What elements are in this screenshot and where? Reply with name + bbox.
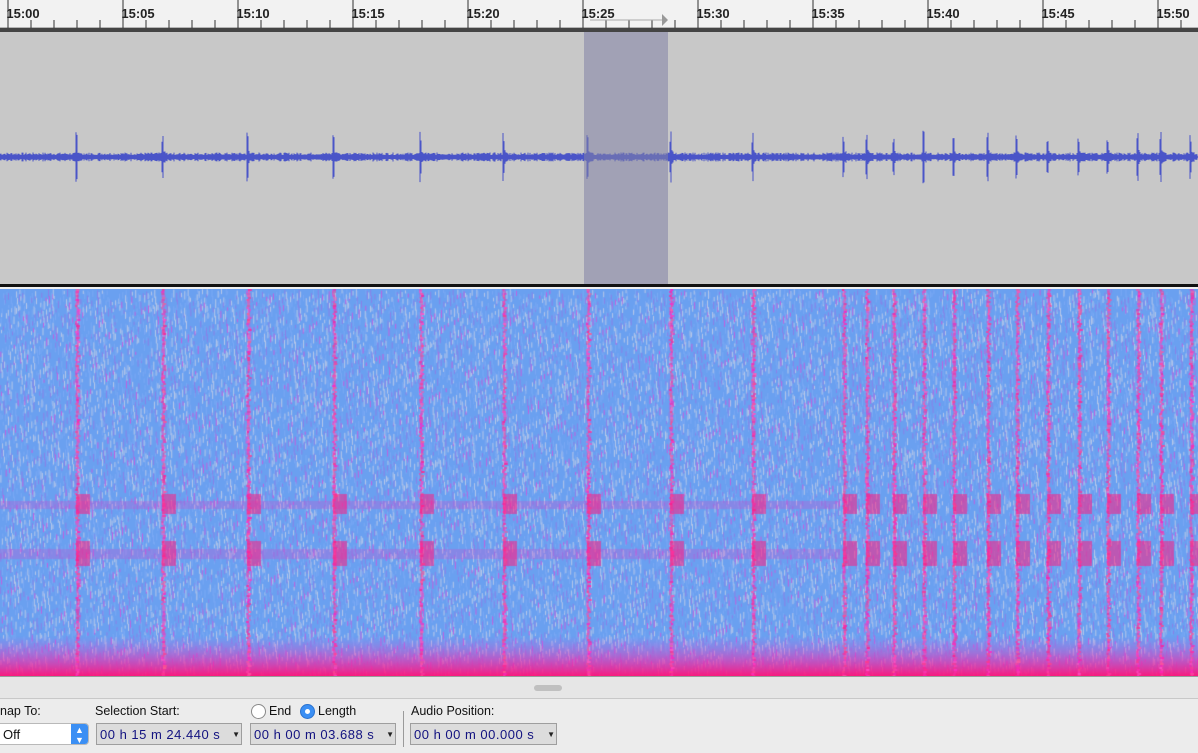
length-radio[interactable] — [300, 704, 315, 719]
selection-start-value: 00 h 15 m 24.440 s — [100, 727, 221, 742]
ruler-label-0: 15:00 — [6, 6, 40, 21]
waveform-track[interactable] — [0, 32, 1198, 284]
ruler-label-1: 15:05 — [121, 6, 155, 21]
ruler-label-4: 15:20 — [466, 6, 500, 21]
ruler-label-7: 15:35 — [811, 6, 845, 21]
ruler-label-3: 15:15 — [351, 6, 385, 21]
audio-position-value: 00 h 00 m 00.000 s — [414, 727, 535, 742]
snap-to-select[interactable]: Off ▲ ▼ — [0, 723, 89, 745]
snap-to-value: Off — [3, 727, 21, 742]
ruler-label-2: 15:10 — [236, 6, 270, 21]
length-label: Length — [318, 704, 357, 718]
selection-length-value: 00 h 00 m 03.688 s — [254, 727, 375, 742]
select-updown-icon: ▲ ▼ — [71, 724, 88, 745]
chevron-down-icon[interactable]: ▼ — [386, 730, 394, 739]
audio-position-field[interactable]: 00 h 00 m 00.000 s ▼ — [410, 723, 557, 745]
audio-position-label: Audio Position: — [411, 704, 495, 718]
timeline-ruler[interactable]: 15:00 15:05 15:10 15:15 15:20 15:25 15:3… — [0, 0, 1198, 28]
ruler-label-10: 15:50 — [1156, 6, 1190, 21]
spectrogram — [0, 289, 1198, 676]
ruler-label-9: 15:45 — [1041, 6, 1075, 21]
end-radio[interactable] — [251, 704, 266, 719]
ruler-label-5: 15:25 — [581, 6, 615, 21]
selection-length-field[interactable]: 00 h 00 m 03.688 s ▼ — [250, 723, 396, 745]
toolbar-separator — [403, 711, 404, 747]
selection-region[interactable] — [584, 32, 668, 284]
track-resize-bar — [0, 676, 1198, 698]
chevron-down-icon[interactable]: ▼ — [547, 730, 555, 739]
audio-editor-window: 15:00 15:05 15:10 15:15 15:20 15:25 15:3… — [0, 0, 1198, 753]
selection-start-field[interactable]: 00 h 15 m 24.440 s ▼ — [96, 723, 242, 745]
snap-to-label: nap To: — [0, 704, 41, 718]
selection-start-label: Selection Start: — [95, 704, 180, 718]
end-label: End — [269, 704, 292, 718]
ruler-label-8: 15:40 — [926, 6, 960, 21]
selection-toolbar: nap To: Off ▲ ▼ Selection Start: 00 h 15 … — [0, 698, 1198, 753]
chevron-down-icon[interactable]: ▼ — [232, 730, 240, 739]
spectrogram-track[interactable] — [0, 289, 1198, 676]
play-region-marker-icon[interactable] — [662, 14, 668, 26]
ruler-label-6: 15:30 — [696, 6, 730, 21]
resize-grip-handle[interactable] — [534, 685, 562, 691]
